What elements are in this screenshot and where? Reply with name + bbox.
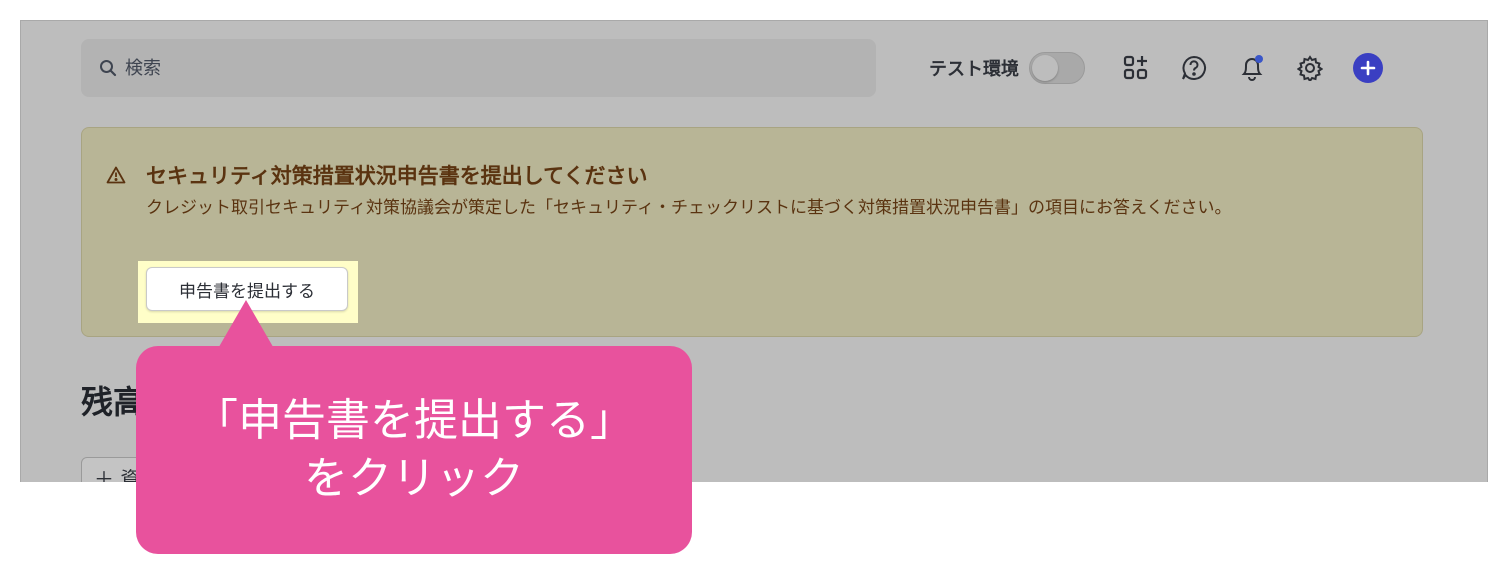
callout-line-1: 「申告書を提出する」 (194, 395, 634, 446)
bell-icon[interactable] (1237, 53, 1267, 83)
search-icon (99, 59, 117, 77)
warning-icon (106, 166, 126, 188)
toggle-knob (1032, 55, 1058, 81)
callout-line-2: をクリック (304, 453, 524, 504)
search-bar[interactable] (81, 39, 876, 97)
instruction-callout: 「申告書を提出する」 をクリック (136, 346, 692, 554)
banner-description: クレジット取引セキュリティ対策協議会が策定した「セキュリティ・チェックリストに基… (146, 198, 1232, 218)
banner-title: セキュリティ対策措置状況申告書を提出してください (146, 164, 648, 188)
test-env-label: テスト環境 (929, 59, 1019, 80)
apps-grid-icon[interactable] (1121, 53, 1151, 83)
help-icon[interactable] (1179, 53, 1209, 83)
plus-icon[interactable] (1353, 53, 1383, 83)
callout-arrow (216, 300, 276, 352)
search-input[interactable] (125, 57, 825, 79)
gear-icon[interactable] (1295, 53, 1325, 83)
warning-banner: セキュリティ対策措置状況申告書を提出してください クレジット取引セキュリティ対策… (81, 127, 1423, 337)
test-env-toggle[interactable] (1029, 52, 1085, 84)
notification-dot (1255, 55, 1263, 63)
toolbar: テスト環境 (929, 48, 1383, 88)
